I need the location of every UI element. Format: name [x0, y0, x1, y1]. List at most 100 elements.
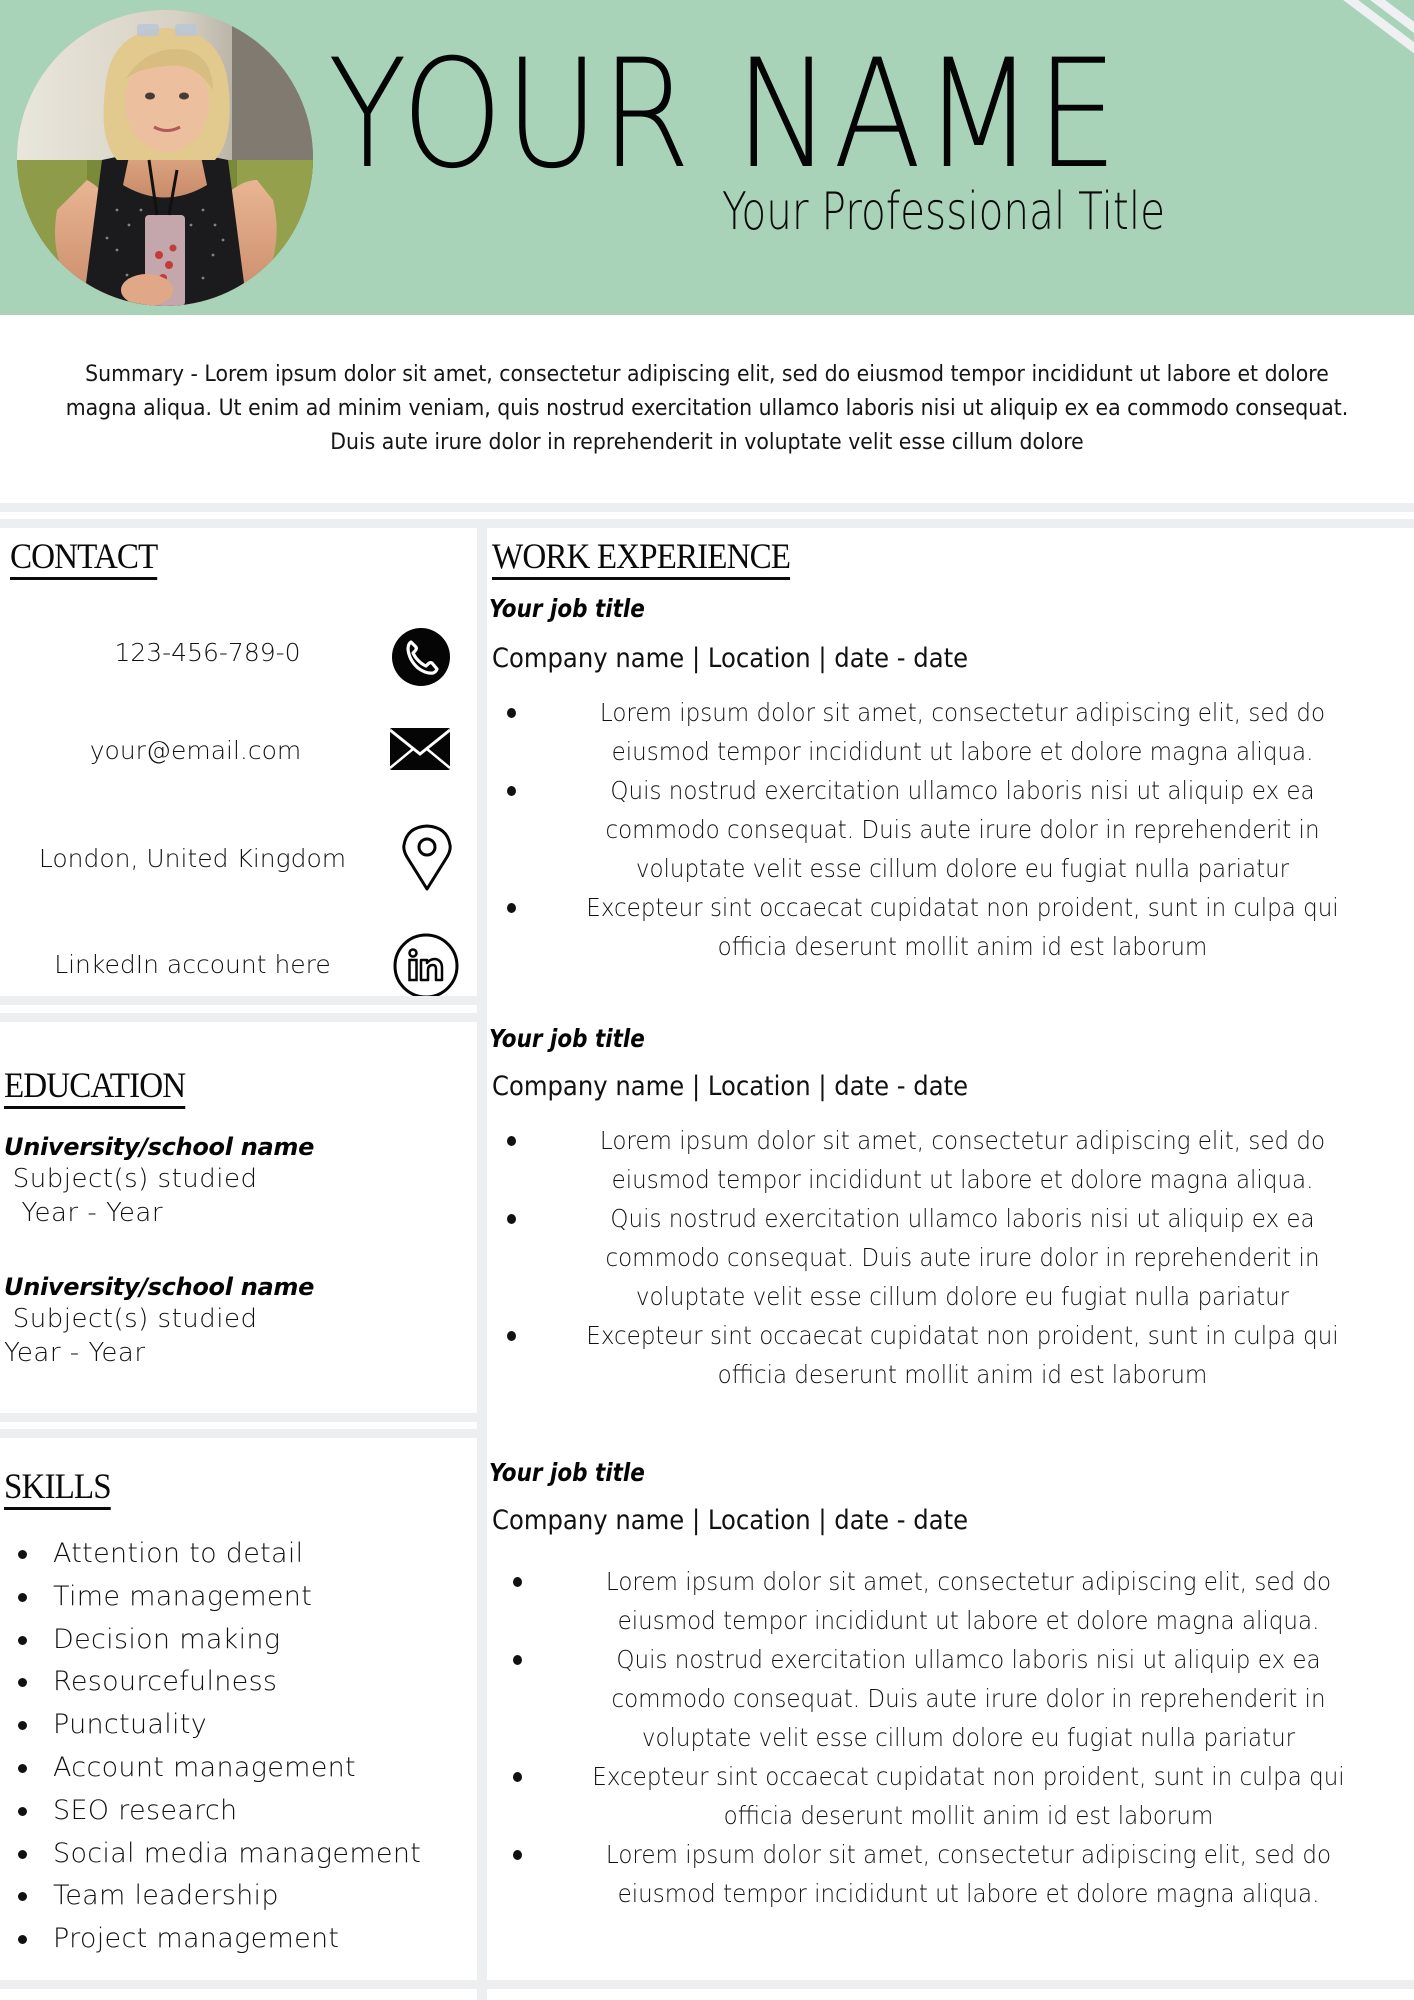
skill-label: Team leadership	[53, 1880, 279, 1912]
divider	[0, 1429, 477, 1438]
job-title: Your job title	[489, 594, 645, 623]
skill-item: Time management	[0, 1576, 421, 1619]
bullet-icon	[507, 786, 516, 796]
bullet-text: Lorem ipsum dolor sit amet, consectetur …	[605, 1840, 1332, 1908]
job-title: Your job title	[489, 1024, 645, 1053]
skill-label: Project management	[53, 1923, 340, 1955]
bullet-text: Lorem ipsum dolor sit amet, consectetur …	[599, 1126, 1326, 1194]
work-experience-section: WORK EXPERIENCE Your job title Company n…	[487, 528, 1414, 1980]
job-meta: Company name | Location | date - date	[492, 1505, 969, 1536]
bullet-text: Quis nostrud exercitation ullamco labori…	[605, 776, 1320, 883]
contact-item-phone: 123-456-789-0	[0, 620, 477, 690]
bullet-icon	[513, 1655, 522, 1665]
bullet-icon	[18, 1806, 27, 1816]
linkedin-account[interactable]: LinkedIn account here	[0, 950, 385, 980]
summary-text: Summary - Lorem ipsum dolor sit amet, co…	[65, 362, 1349, 455]
job-bullet: Excepteur sint occaecat cupidatat non pr…	[493, 1757, 1414, 1835]
contact-item-location: London, United Kingdom	[0, 824, 477, 903]
decorative-stripe	[1343, 0, 1414, 85]
job-bullet: Quis nostrud exercitation ullamco labori…	[487, 1199, 1414, 1316]
study-years: Year - Year	[4, 1198, 164, 1228]
skill-item: Team leadership	[0, 1875, 421, 1918]
bullet-icon	[513, 1577, 522, 1587]
skill-label: Decision making	[53, 1623, 281, 1655]
phone-number[interactable]: 123-456-789-0	[15, 638, 400, 668]
contact-section: CONTACT 123-456-789-0 your@email.com Lon…	[0, 528, 477, 999]
skill-label: Punctuality	[53, 1709, 207, 1741]
full-name: YOUR NAME	[328, 28, 1120, 202]
bullet-icon	[18, 1849, 27, 1859]
divider	[0, 1413, 477, 1422]
job-bullet: Excepteur sint occaecat cupidatat non pr…	[487, 888, 1414, 966]
education-heading: EDUCATION	[4, 1065, 186, 1109]
header-banner: YOUR NAME Your Professional Title	[0, 0, 1414, 315]
job-meta: Company name | Location | date - date	[492, 643, 969, 674]
skill-label: Account management	[53, 1751, 356, 1783]
location-pin-icon	[401, 823, 453, 893]
bullet-icon	[18, 1678, 27, 1688]
skills-list: Attention to detail Time management Deci…	[0, 1533, 421, 1961]
job-bullet: Excepteur sint occaecat cupidatat non pr…	[487, 1316, 1414, 1394]
divider	[0, 996, 477, 1005]
skill-item: Attention to detail	[0, 1533, 421, 1576]
skill-item: Social media management	[0, 1833, 421, 1876]
contact-heading: CONTACT	[10, 536, 158, 580]
bullet-text: Quis nostrud exercitation ullamco labori…	[605, 1204, 1320, 1311]
profile-photo	[17, 10, 313, 306]
job-meta: Company name | Location | date - date	[492, 1071, 969, 1102]
column-divider	[477, 528, 487, 2000]
school-name: University/school name	[4, 1133, 315, 1161]
email-address[interactable]: your@email.com	[3, 736, 388, 766]
bullet-text: Excepteur sint occaecat cupidatat non pr…	[592, 1762, 1345, 1830]
school-name: University/school name	[4, 1273, 315, 1301]
bullet-icon	[18, 1592, 27, 1602]
education-section: EDUCATION University/school name Subject…	[0, 1022, 477, 1415]
bullet-text: Excepteur sint occaecat cupidatat non pr…	[586, 893, 1339, 961]
skills-heading: SKILLS	[4, 1466, 112, 1510]
skill-label: Social media management	[53, 1837, 422, 1869]
job-bullet: Lorem ipsum dolor sit amet, consectetur …	[487, 1121, 1414, 1199]
skill-item: Punctuality	[0, 1704, 421, 1747]
bullet-text: Lorem ipsum dolor sit amet, consectetur …	[599, 698, 1326, 766]
bullet-icon	[507, 708, 516, 718]
job-bullet: Quis nostrud exercitation ullamco labori…	[487, 771, 1414, 888]
profile-photo-illustration	[17, 10, 313, 306]
bullet-icon	[507, 1214, 516, 1224]
divider	[0, 503, 1414, 512]
skill-label: Time management	[53, 1580, 313, 1612]
work-experience-heading: WORK EXPERIENCE	[492, 536, 791, 580]
job-title: Your job title	[489, 1458, 645, 1487]
subjects-studied: Subject(s) studied	[4, 1164, 258, 1194]
skill-label: SEO research	[53, 1794, 238, 1826]
job-bullet: Lorem ipsum dolor sit amet, consectetur …	[493, 1562, 1414, 1640]
bullet-icon	[513, 1772, 522, 1782]
job-bullets: Lorem ipsum dolor sit amet, consectetur …	[493, 1562, 1414, 1913]
location: London, United Kingdom	[38, 844, 347, 873]
job-bullet: Lorem ipsum dolor sit amet, consectetur …	[493, 1835, 1414, 1913]
bullet-icon	[18, 1935, 27, 1945]
bullet-icon	[513, 1850, 522, 1860]
education-entry: University/school name Subject(s) studie…	[4, 1132, 314, 1230]
bullet-icon	[18, 1635, 27, 1645]
skills-section: SKILLS Attention to detail Time manageme…	[0, 1438, 477, 1980]
linkedin-icon[interactable]	[393, 933, 459, 999]
skill-item: Resourcefulness	[0, 1661, 421, 1704]
professional-title: Your Professional Title	[722, 182, 1166, 242]
divider	[0, 1980, 1414, 1989]
job-bullet: Quis nostrud exercitation ullamco labori…	[493, 1640, 1414, 1757]
bullet-text: Quis nostrud exercitation ullamco labori…	[611, 1645, 1326, 1752]
skill-item: Project management	[0, 1918, 421, 1961]
bullet-icon	[507, 1331, 516, 1341]
bullet-text: Excepteur sint occaecat cupidatat non pr…	[586, 1321, 1339, 1389]
skill-item: SEO research	[0, 1790, 421, 1833]
phone-icon	[389, 625, 453, 689]
bullet-text: Lorem ipsum dolor sit amet, consectetur …	[605, 1567, 1332, 1635]
skill-label: Resourcefulness	[53, 1666, 278, 1698]
education-entry: University/school name Subject(s) studie…	[4, 1272, 314, 1370]
bullet-icon	[18, 1721, 27, 1731]
contact-item-linkedin: LinkedIn account here	[0, 933, 477, 1003]
bullet-icon	[507, 1136, 516, 1146]
bullet-icon	[18, 1763, 27, 1773]
divider	[0, 519, 1414, 528]
subjects-studied: Subject(s) studied	[4, 1304, 258, 1334]
